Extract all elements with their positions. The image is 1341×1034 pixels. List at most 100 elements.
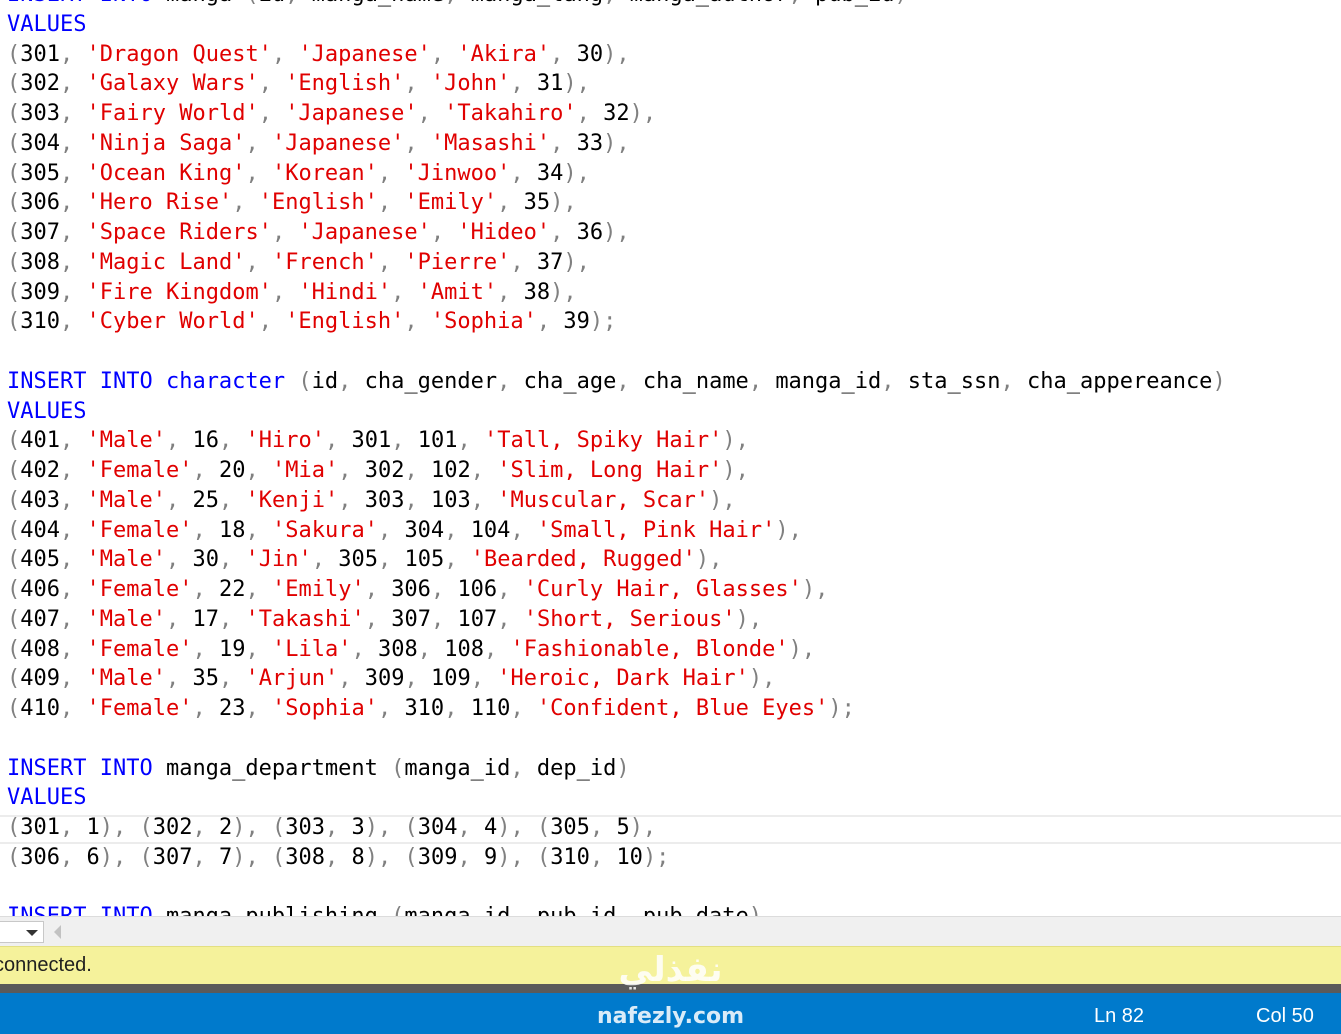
code-token: ), <box>550 279 577 305</box>
code-token: 'Masashi' <box>430 130 551 156</box>
code-token: 39 <box>563 309 590 335</box>
code-token: , <box>271 220 299 245</box>
code-token: ); <box>828 696 855 721</box>
code-line[interactable]: (301, 'Dragon Quest', 'Japanese', 'Akira… <box>7 40 1226 70</box>
code-line[interactable]: (401, 'Male', 16, 'Hiro', 301, 101, 'Tal… <box>7 426 1226 456</box>
code-line[interactable]: VALUES <box>7 783 1226 813</box>
code-token: 406 <box>20 577 60 602</box>
code-token: , <box>603 0 630 7</box>
code-line[interactable]: (308, 'Magic Land', 'French', 'Pierre', … <box>7 248 1226 278</box>
code-line[interactable]: (410, 'Female', 23, 'Sophia', 310, 110, … <box>7 694 1226 724</box>
code-line[interactable]: (310, 'Cyber World', 'English', 'Sophia'… <box>7 307 1226 337</box>
code-token: VALUES <box>7 398 87 424</box>
code-token: , <box>192 815 219 840</box>
code-token: 305 <box>550 815 590 840</box>
code-token: 1 <box>86 815 100 840</box>
code-line[interactable]: (404, 'Female', 18, 'Sakura', 304, 104, … <box>7 516 1226 546</box>
code-token: 'Japanese' <box>298 220 431 245</box>
code-token: 'Bearded, Rugged' <box>470 547 696 573</box>
code-line[interactable]: (407, 'Male', 17, 'Takashi', 307, 107, '… <box>7 605 1226 635</box>
code-token: , <box>165 487 193 513</box>
code-token: , <box>192 636 219 662</box>
code-token: 301 <box>20 815 60 840</box>
code-token: 'Jinwoo' <box>404 160 511 186</box>
code-line[interactable]: VALUES <box>7 397 1226 427</box>
code-token: 5 <box>616 815 630 840</box>
code-token: manga_publishing <box>153 904 391 916</box>
code-line[interactable]: INSERT INTO character (id, cha_gender, c… <box>7 367 1226 397</box>
code-token: 'Mia' <box>271 458 339 483</box>
code-token: , <box>60 577 87 602</box>
code-token: 'Slim, Long Hair' <box>497 458 723 483</box>
sql-code[interactable]: INSERT INTO manga (id, manga_name, manga… <box>7 0 1226 916</box>
code-line[interactable]: (403, 'Male', 25, 'Kenji', 303, 103, 'Mu… <box>7 486 1226 516</box>
code-token: 408 <box>20 636 60 662</box>
code-token: 302 <box>152 815 193 840</box>
code-token: manga_id <box>775 368 882 394</box>
code-line[interactable] <box>7 873 1226 903</box>
code-line[interactable]: (405, 'Male', 30, 'Jin', 305, 105, 'Bear… <box>7 545 1226 575</box>
code-token: 303 <box>20 101 60 126</box>
code-token: 307 <box>391 606 431 632</box>
code-token: pub_date <box>643 904 749 916</box>
code-line[interactable]: (307, 'Space Riders', 'Japanese', 'Hideo… <box>7 218 1226 248</box>
code-line[interactable]: (303, 'Fairy World', 'Japanese', 'Takahi… <box>7 99 1226 129</box>
code-token: , <box>351 636 378 662</box>
code-token: 'Space Riders' <box>86 220 272 245</box>
code-token: ), ( <box>364 844 418 870</box>
code-token: , <box>483 636 511 662</box>
code-line[interactable]: (301, 1), (302, 2), (303, 3), (304, 4), … <box>7 813 1226 843</box>
code-token: 'Confident, Blue Eyes' <box>536 696 829 721</box>
code-token: ), <box>735 606 763 632</box>
code-line[interactable]: (409, 'Male', 35, 'Arjun', 309, 109, 'He… <box>7 664 1226 694</box>
code-line[interactable]: (306, 'Hero Rise', 'English', 'Emily', 3… <box>7 188 1226 218</box>
code-token: 32 <box>603 101 630 126</box>
code-token: , <box>60 428 87 454</box>
code-token: manga_name <box>312 0 444 7</box>
code-token: , <box>324 815 352 840</box>
code-token: 'Fairy World' <box>86 101 259 126</box>
code-token: 401 <box>20 428 60 454</box>
horizontal-scrollbar[interactable] <box>0 916 1341 946</box>
code-line[interactable]: VALUES <box>7 10 1226 40</box>
code-token: 'Dragon Quest' <box>86 41 272 67</box>
code-line[interactable]: (406, 'Female', 22, 'Emily', 306, 106, '… <box>7 575 1226 605</box>
code-line[interactable]: (302, 'Galaxy Wars', 'English', 'John', … <box>7 69 1226 99</box>
code-token: 301 <box>351 428 392 454</box>
scroll-left-arrow-icon[interactable] <box>54 925 61 939</box>
code-token: 'Female' <box>86 636 193 662</box>
code-token: character <box>165 368 286 394</box>
code-line[interactable]: (304, 'Ninja Saga', 'Japanese', 'Masashi… <box>7 129 1226 159</box>
code-line[interactable]: INSERT INTO manga_publishing (manga_id, … <box>7 902 1226 916</box>
code-token: 30 <box>576 41 604 67</box>
code-line[interactable]: INSERT INTO manga (id, manga_name, manga… <box>7 0 1226 10</box>
code-token: , <box>60 696 87 721</box>
zoom-dropdown[interactable] <box>0 921 44 943</box>
code-line[interactable]: (408, 'Female', 19, 'Lila', 308, 108, 'F… <box>7 635 1226 665</box>
code-token: , <box>192 458 219 483</box>
code-token: 23 <box>218 696 246 721</box>
code-token: 'Jin' <box>245 547 312 573</box>
code-token: , <box>550 130 577 156</box>
code-line[interactable]: (309, 'Fire Kingdom', 'Hindi', 'Amit', 3… <box>7 278 1226 308</box>
code-line[interactable]: INSERT INTO manga_department (manga_id, … <box>7 754 1226 784</box>
code-token: , <box>192 517 219 543</box>
code-token: 305 <box>338 547 378 573</box>
code-token: 'Pierre' <box>404 249 511 275</box>
code-token: ( <box>7 279 21 305</box>
code-token: , <box>430 41 458 67</box>
code-token: , <box>510 755 537 781</box>
code-token: , <box>589 844 617 870</box>
code-token: , <box>192 844 219 870</box>
code-line[interactable] <box>7 337 1226 367</box>
code-line[interactable]: (402, 'Female', 20, 'Mia', 302, 102, 'Sl… <box>7 456 1226 486</box>
code-editor[interactable]: INSERT INTO manga (id, manga_name, manga… <box>0 0 1341 916</box>
code-token: , <box>192 577 219 602</box>
code-token: 'Japanese' <box>271 130 405 156</box>
code-line[interactable] <box>7 724 1226 754</box>
code-line[interactable]: (305, 'Ocean King', 'Korean', 'Jinwoo', … <box>7 159 1226 189</box>
code-token: 309 <box>20 279 60 305</box>
code-token: , <box>377 547 405 573</box>
code-token: ), <box>563 249 590 275</box>
code-line[interactable]: (306, 6), (307, 7), (308, 8), (309, 9), … <box>7 843 1226 873</box>
